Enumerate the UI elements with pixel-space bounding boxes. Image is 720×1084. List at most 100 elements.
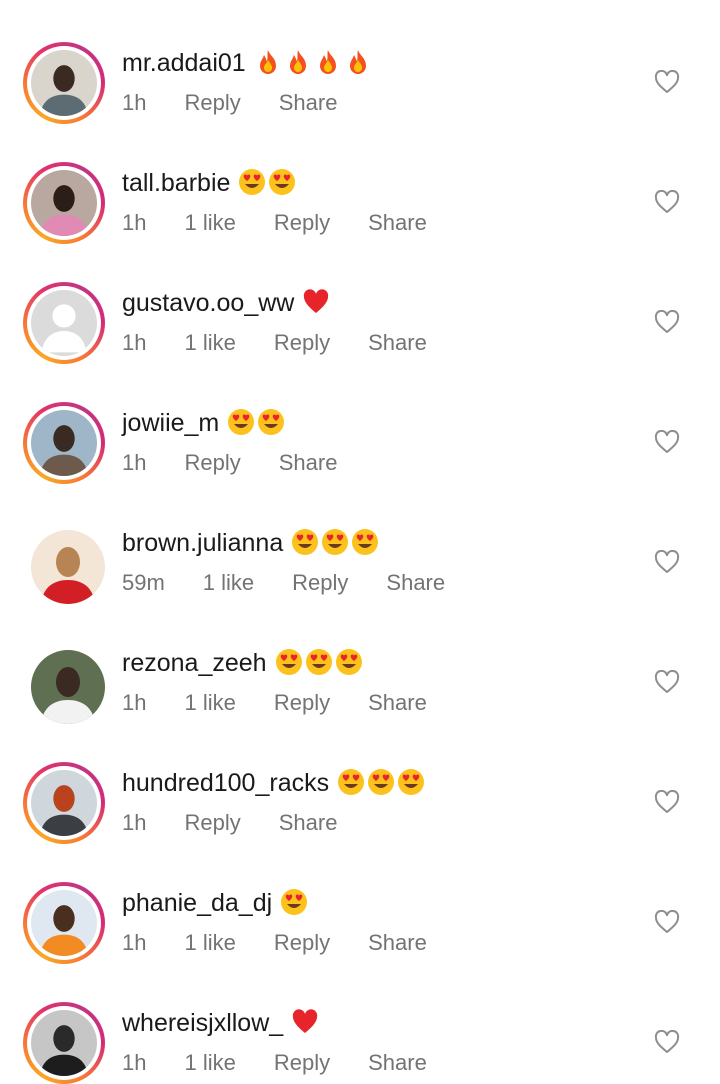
comment-actions: 1h 1 like Reply Share [122,1049,465,1077]
heart-outline-icon[interactable] [654,669,680,694]
comment-actions: 1h 1 like Reply Share [122,329,465,357]
woman-outdoor-profile-photo [31,410,97,476]
comment-row: jowiie_m 1h Reply Share [0,360,720,484]
heart-eyes-emoji-icon [238,168,266,196]
timestamp: 1h [122,90,147,115]
timestamp: 1h [122,450,147,475]
fire-emoji-icon [344,48,372,76]
avatar[interactable] [23,42,105,124]
reply-button[interactable]: Reply [274,209,330,237]
man-glasses-profile-photo [31,50,97,116]
username[interactable]: jowiie_m [122,409,219,437]
avatar[interactable] [23,522,105,604]
heart-outline-icon[interactable] [654,549,680,574]
comment-actions: 1h Reply Share [122,89,375,117]
username[interactable]: gustavo.oo_ww [122,289,294,317]
avatar[interactable] [23,282,105,364]
heart-outline-icon[interactable] [654,1029,680,1054]
heart-eyes-emoji-icon [227,408,255,436]
comment-row: whereisjxllow_ 1h 1 like Reply Share [0,960,720,1084]
username[interactable]: tall.barbie [122,169,230,197]
heart-eyes-emoji-icon [280,888,308,916]
share-button[interactable]: Share [368,1049,427,1077]
avatar[interactable] [23,642,105,724]
heart-outline-icon[interactable] [654,69,680,94]
heart-outline-icon[interactable] [654,789,680,814]
avatar[interactable] [23,762,105,844]
share-button[interactable]: Share [368,209,427,237]
like-count[interactable]: 1 like [184,689,235,717]
share-button[interactable]: Share [368,689,427,717]
reply-button[interactable]: Reply [184,89,240,117]
heart-outline-icon[interactable] [654,309,680,334]
heart-eyes-emoji-icon [337,768,365,796]
comment-row: phanie_da_dj 1h 1 like Reply Share [0,840,720,964]
red-heart-emoji-icon [302,288,330,316]
heart-outline-icon[interactable] [654,189,680,214]
comment-actions: 59m 1 like Reply Share [122,569,483,597]
heart-eyes-emoji-icon [321,528,349,556]
avatar[interactable] [23,1002,105,1084]
comment-actions: 1h 1 like Reply Share [122,689,465,717]
comment-text: hundred100_racks [122,768,425,798]
timestamp: 1h [122,690,147,715]
share-button[interactable]: Share [368,929,427,957]
heart-eyes-emoji-icon [268,168,296,196]
comment-row: gustavo.oo_ww 1h 1 like Reply Share [0,240,720,364]
comment-actions: 1h 1 like Reply Share [122,929,465,957]
comment-text: brown.julianna [122,528,379,558]
share-button[interactable]: Share [279,809,338,837]
username[interactable]: phanie_da_dj [122,889,272,917]
like-count[interactable]: 1 like [184,329,235,357]
like-count[interactable]: 1 like [184,209,235,237]
share-button[interactable]: Share [386,569,445,597]
heart-eyes-emoji-icon [335,648,363,676]
heart-eyes-emoji-icon [257,408,285,436]
fire-emoji-icon [284,48,312,76]
comment-row: mr.addai01 1h Reply Share [0,0,720,124]
avatar[interactable] [23,882,105,964]
reply-button[interactable]: Reply [292,569,348,597]
heart-outline-icon[interactable] [654,429,680,454]
comment-actions: 1h 1 like Reply Share [122,209,465,237]
like-count[interactable]: 1 like [184,929,235,957]
woman-red-hair-profile-photo [31,770,97,836]
comment-text: tall.barbie [122,168,296,198]
timestamp: 1h [122,210,147,235]
username[interactable]: mr.addai01 [122,49,246,77]
timestamp: 1h [122,930,147,955]
comment-row: brown.julianna 59m 1 like Reply Share [0,480,720,604]
timestamp: 59m [122,570,165,595]
woman-white-outfit-profile-photo [31,650,105,724]
heart-eyes-emoji-icon [291,528,319,556]
reply-button[interactable]: Reply [184,449,240,477]
comment-actions: 1h Reply Share [122,449,375,477]
timestamp: 1h [122,810,147,835]
reply-button[interactable]: Reply [274,929,330,957]
share-button[interactable]: Share [368,329,427,357]
like-count[interactable]: 1 like [184,1049,235,1077]
reply-button[interactable]: Reply [274,689,330,717]
comment-text: mr.addai01 [122,48,372,78]
comment-row: rezona_zeeh 1h 1 like Reply Share [0,600,720,724]
like-count[interactable]: 1 like [203,569,254,597]
heart-eyes-emoji-icon [305,648,333,676]
default-avatar-profile-photo [31,290,97,356]
woman-braids-profile-photo [31,170,97,236]
username[interactable]: brown.julianna [122,529,283,557]
username[interactable]: whereisjxllow_ [122,1009,283,1037]
reply-button[interactable]: Reply [274,329,330,357]
username[interactable]: rezona_zeeh [122,649,267,677]
woman-red-hat-profile-photo [31,530,105,604]
avatar[interactable] [23,162,105,244]
share-button[interactable]: Share [279,449,338,477]
avatar[interactable] [23,402,105,484]
heart-outline-icon[interactable] [654,909,680,934]
red-heart-emoji-icon [291,1008,319,1036]
username[interactable]: hundred100_racks [122,769,329,797]
reply-button[interactable]: Reply [184,809,240,837]
reply-button[interactable]: Reply [274,1049,330,1077]
timestamp: 1h [122,1050,147,1075]
comment-text: whereisjxllow_ [122,1008,319,1038]
share-button[interactable]: Share [279,89,338,117]
